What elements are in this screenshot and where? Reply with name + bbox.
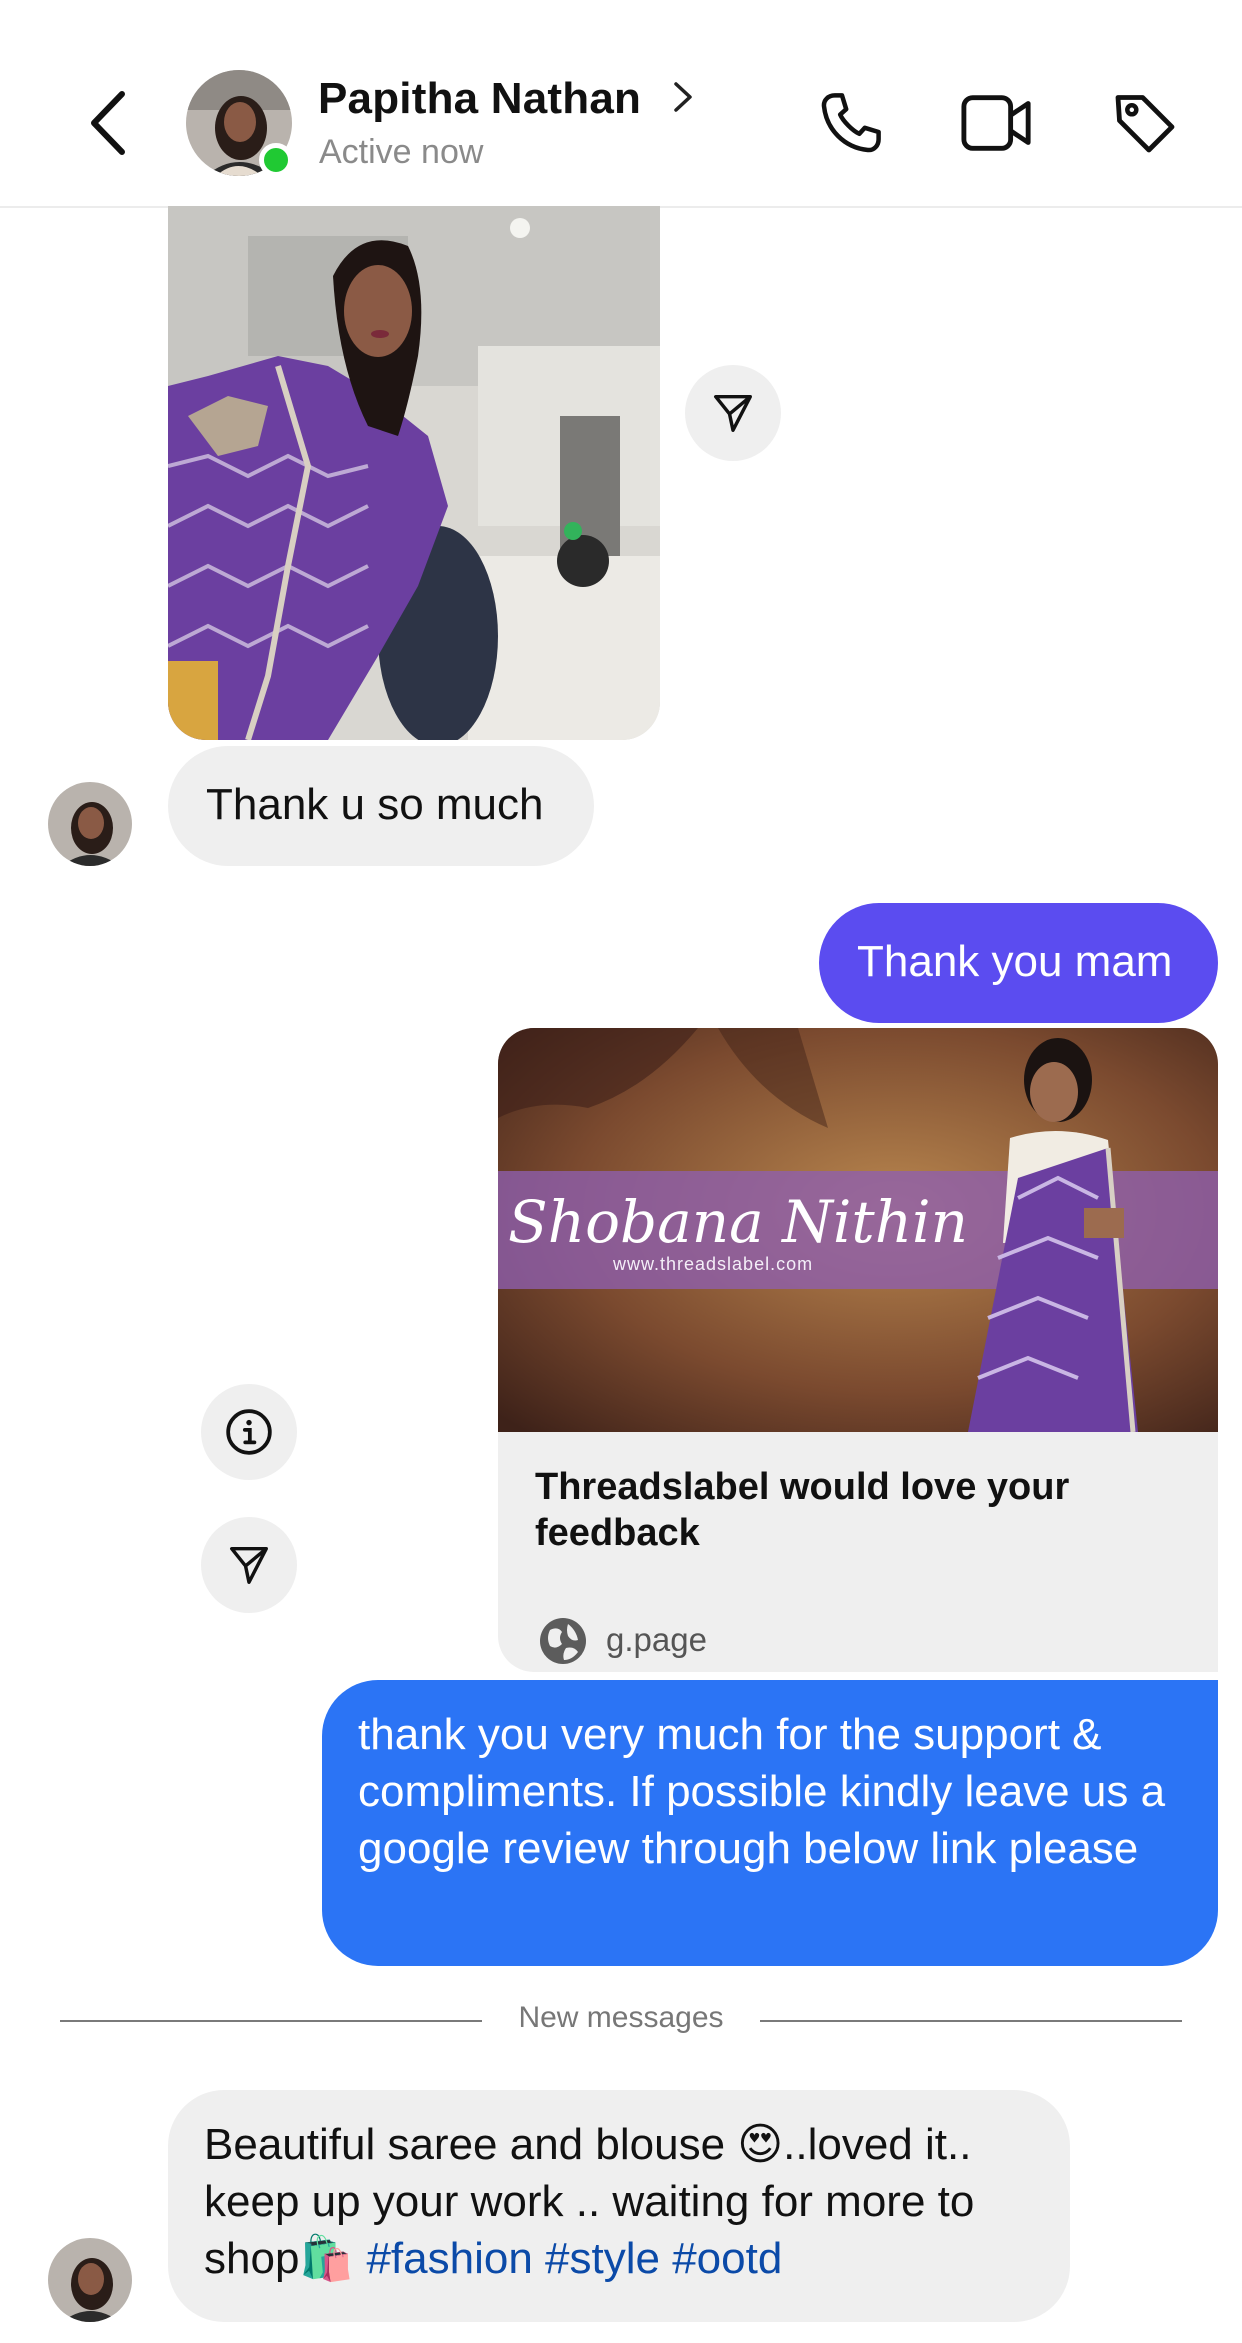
back-button[interactable]: [78, 88, 138, 158]
link-domain: g.page: [606, 1621, 707, 1658]
message-text: Thank you mam: [857, 937, 1173, 986]
sent-message-bubble[interactable]: Thank you mam: [819, 903, 1218, 1023]
banner-url: www.threadslabel.com: [613, 1254, 814, 1274]
link-preview-image: Shobana Nithin www.threadslabel.com: [498, 1028, 1218, 1432]
online-status-dot: [259, 143, 293, 177]
shopping-bags-emoji: 🛍️: [299, 2234, 355, 2283]
active-status: Active now: [319, 133, 484, 171]
banner-brand: Shobana Nithin: [508, 1188, 968, 1256]
globe-icon: [540, 1618, 586, 1664]
back-chevron-icon: [91, 91, 125, 155]
share-link-button[interactable]: [201, 1517, 297, 1613]
sent-message-bubble[interactable]: thank you very much for the support & co…: [322, 1680, 1218, 1966]
share-photo-button[interactable]: [685, 365, 781, 461]
tag-button[interactable]: [1108, 86, 1182, 160]
chat-header: Papitha Nathan Active now: [0, 0, 1242, 208]
shared-photo[interactable]: [168, 206, 660, 740]
chevron-right-icon[interactable]: [672, 80, 694, 114]
tag-icon: [1115, 95, 1175, 153]
phone-icon: [821, 93, 881, 153]
contact-name[interactable]: Papitha Nathan: [318, 74, 641, 124]
video-call-button[interactable]: [960, 86, 1034, 160]
send-share-icon: [714, 394, 752, 432]
link-title: Threadslabel would love your feedback: [535, 1466, 1070, 1554]
sender-avatar[interactable]: [48, 782, 132, 866]
sender-avatar[interactable]: [48, 2238, 132, 2322]
message-text: Thank u so much: [206, 780, 544, 829]
received-message-bubble[interactable]: Beautiful saree and blouse 😍..loved it..…: [168, 2090, 1070, 2322]
hashtag-links[interactable]: #fashion #style #ootd: [366, 2234, 782, 2283]
voice-call-button[interactable]: [814, 86, 888, 160]
video-camera-icon: [961, 95, 1031, 151]
new-messages-divider: New messages: [0, 2001, 1242, 2035]
message-text-part: Beautiful saree and blouse: [204, 2120, 738, 2169]
received-message-bubble[interactable]: Thank u so much: [168, 746, 594, 866]
info-button[interactable]: [201, 1384, 297, 1480]
message-text: Beautiful saree and blouse 😍..loved it..…: [204, 2116, 1034, 2287]
message-text: thank you very much for the support & co…: [358, 1710, 1166, 1873]
divider-label: New messages: [496, 2001, 746, 2034]
send-share-icon: [230, 1546, 268, 1584]
info-icon: [226, 1409, 272, 1455]
heart-eyes-emoji: 😍: [737, 2120, 784, 2169]
link-preview-card[interactable]: Shobana Nithin www.threadslabel.com Thre…: [498, 1028, 1218, 1672]
